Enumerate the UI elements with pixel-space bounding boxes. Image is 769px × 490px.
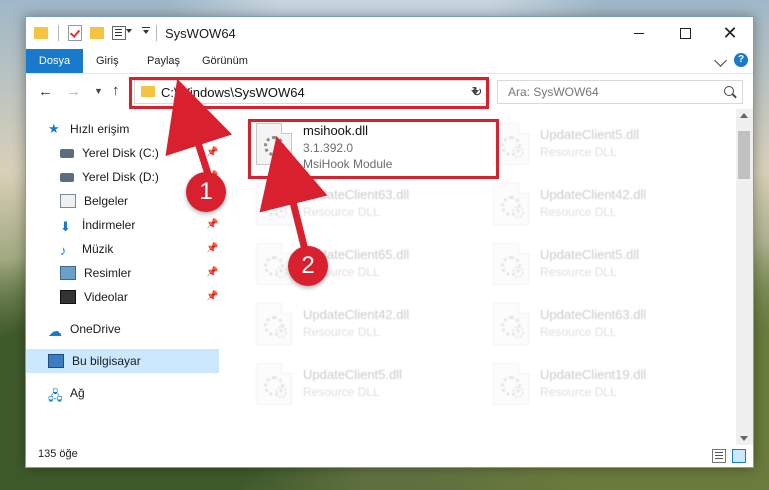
step-badge-1: 1 [186,172,226,212]
arrow-1 [165,78,233,182]
step-badge-2: 2 [288,246,328,286]
arrow-2 [259,136,328,251]
annotation-arrows [165,78,328,251]
